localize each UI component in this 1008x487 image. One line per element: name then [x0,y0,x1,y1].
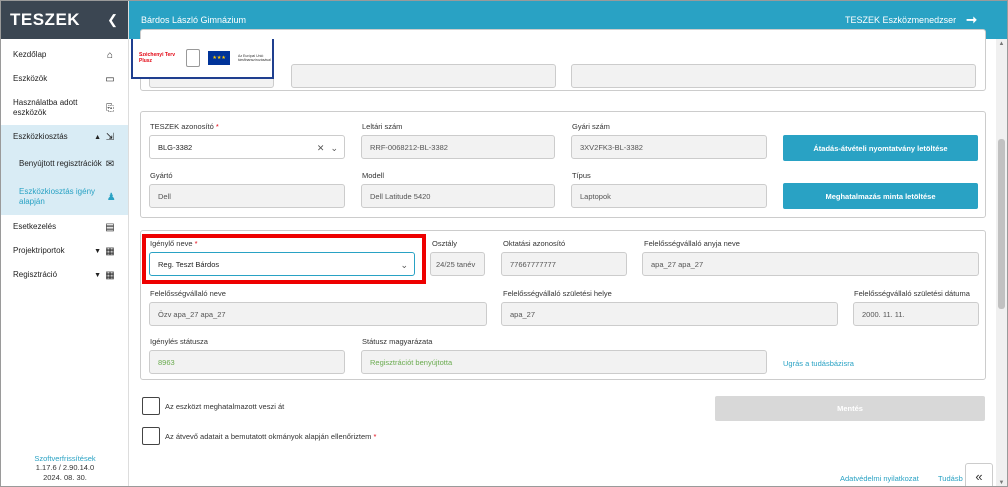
knowledge-base-link[interactable]: Ugrás a tudásbázisra [783,359,854,368]
birthdate-field: 2000. 11. 11. [853,302,979,326]
verified-checkbox-label: Az átvevő adatait a bemutatott okmányok … [165,432,377,441]
sidebar-item-eszkozok[interactable]: Eszközök ▭ [1,67,128,91]
collapse-sidebar-icon[interactable]: ❮ [107,12,118,28]
inventory-field: RRF-0068212-BL-3382 [361,135,555,159]
status-field: 8963 [149,350,345,374]
sidebar-item-label: Esetkezelés [13,222,57,231]
report-icon: ▦ [105,245,115,257]
home-icon: ⌂ [106,49,114,61]
scroll-up-icon[interactable]: ▲ [996,41,1007,47]
chevron-up-icon: ▲ [94,133,101,141]
class-field: 24/25 tanév [430,252,485,276]
sidebar-item-label: Eszközök [13,74,48,83]
handover-icon: ⎘ [106,102,114,114]
guarantor-name-field: Özv apa_27 apa_27 [149,302,487,326]
double-chevron-left-icon[interactable]: « [965,463,993,486]
edu-id-label: Oktatási azonosító [503,239,566,248]
version-info: Szoftverfrissítések 1.17.6 / 2.90.14.0 2… [1,454,129,483]
software-updates-link[interactable]: Szoftverfrissítések [1,454,129,464]
handover-form-download-button[interactable]: Átadás-átvételi nyomtatvány letöltése [783,135,978,161]
sidebar-item-eszkozkiosztas[interactable]: Eszközkiosztás ▲ ⇲ [1,125,128,149]
prev-field-3 [571,64,976,88]
eu-flag-icon: ★★★ [208,51,230,65]
sidebar-item-igeny-alapjan[interactable]: Eszközkiosztás igény alapján ♟ [1,179,128,215]
version-date: 2024. 08. 30. [43,472,87,482]
hungary-crest-icon [186,49,201,67]
birthplace-label: Felelősségvállaló születési helye [503,289,612,298]
sidebar-item-label: Eszközkiosztás igény alapján [19,187,96,206]
logout-icon[interactable]: ➞ [966,12,977,28]
eu-cofinanced-text: Az Európai Unió társfinanszírozásával [238,54,271,62]
annotation-highlight [142,234,426,284]
maker-label: Gyártó [150,171,173,180]
device-panel: TESZEK azonosító * BLG-3382 ✕ ⌄ Leltári s… [140,111,986,218]
save-button[interactable]: Mentés [715,396,985,421]
sidebar-item-label: Benyújtott regisztrációk [19,159,102,168]
maker-field: Dell [149,184,345,208]
authorized-checkbox-label: Az eszközt meghatalmazott veszi át [165,402,285,411]
inventory-label: Leltári szám [362,122,403,131]
school-name: Bárdos László Gimnázium [141,15,247,25]
sidebar-item-label: Használatba adott eszközök [13,98,78,117]
app-window: TESZEK ❮ Kezdőlap ⌂ Eszközök ▭ Használat… [0,0,1008,487]
laptop-icon: ▭ [105,73,115,85]
class-label: Osztály [432,239,458,248]
status-desc-field: Regisztrációt benyújtotta [361,350,767,374]
sidebar: TESZEK ❮ Kezdőlap ⌂ Eszközök ▭ Használat… [1,1,129,486]
teszek-id-select[interactable]: BLG-3382 ✕ ⌄ [149,135,345,159]
verified-checkbox[interactable] [142,427,160,445]
mother-name-label: Felelősségvállaló anyja neve [644,239,740,248]
main-content: Széchenyi Terv Plusz ★★★ Az Európai Unió… [130,29,996,486]
authorization-template-download-button[interactable]: Meghatalmazás minta letöltése [783,183,978,209]
inbox-icon: ✉ [105,158,115,170]
authorized-checkbox[interactable] [142,397,160,415]
sidebar-item-projektriportok[interactable]: Projektriportok ▼ ▦ [1,239,128,263]
sidebar-item-regisztracio[interactable]: Regisztráció ▼ ▦ [1,263,128,287]
model-label: Modell [362,171,385,180]
sidebar-item-kezdolap[interactable]: Kezdőlap ⌂ [1,43,128,67]
eu-funding-banner: Széchenyi Terv Plusz ★★★ Az Európai Unió… [131,39,274,79]
sidebar-item-label: Projektriportok [13,246,65,255]
status-label: Igénylés státusza [150,337,208,346]
teszek-id-value: BLG-3382 [158,142,193,152]
edu-id-field: 77667777777 [501,252,627,276]
chevron-down-icon: ▼ [94,271,101,279]
clipboard-icon: ▤ [105,221,115,233]
birthdate-label: Felelősségvállaló születési dátuma [854,289,970,298]
clear-icon[interactable]: ✕ [317,143,325,154]
type-label: Típus [572,171,591,180]
mother-name-field: apa_27 apa_27 [642,252,979,276]
sidebar-item-hasznalatba[interactable]: Használatba adott eszközök ⎘ [1,91,128,125]
distribution-icon: ⇲ [105,131,115,143]
sidebar-item-benyujtott[interactable]: Benyújtott regisztrációk ✉ [1,149,128,179]
serial-label: Gyári szám [572,122,610,131]
chevron-down-icon: ▼ [94,247,101,255]
footer-knowledge-base-link[interactable]: Tudásb [938,474,963,483]
sidebar-nav: Kezdőlap ⌂ Eszközök ▭ Használatba adott … [1,43,128,287]
sidebar-item-label: Eszközkiosztás [13,132,68,141]
person-pin-icon: ♟ [106,191,116,203]
app-name: TESZEK Eszközmenedzser [845,15,957,25]
szechenyi-logo: Széchenyi Terv Plusz [139,52,176,64]
chevron-down-icon[interactable]: ⌄ [330,143,338,154]
sidebar-item-label: Regisztráció [13,270,58,279]
status-desc-label: Státusz magyarázata [362,337,433,346]
birthplace-field: apa_27 [501,302,838,326]
version-number: 1.17.6 / 2.90.14.0 [35,463,95,472]
scrollbar[interactable]: ▲ ▼ [996,39,1007,486]
registration-icon: ▦ [105,269,115,281]
teszek-id-label: TESZEK azonosító * [150,122,219,131]
serial-field: 3XV2FK3-BL-3382 [571,135,767,159]
sidebar-item-esetkezeles[interactable]: Esetkezelés ▤ [1,215,128,239]
brand-bar: TESZEK ❮ [1,1,128,39]
privacy-policy-link[interactable]: Adatvédelmi nyilatkozat [840,474,919,483]
prev-field-2 [291,64,556,88]
guarantor-name-label: Felelősségvállaló neve [150,289,226,298]
scroll-down-icon[interactable]: ▼ [996,480,1007,486]
model-field: Dell Latitude 5420 [361,184,555,208]
scroll-thumb[interactable] [998,139,1005,309]
app-logo: TESZEK [10,10,81,29]
sidebar-item-label: Kezdőlap [13,50,47,59]
type-field: Laptopok [571,184,767,208]
